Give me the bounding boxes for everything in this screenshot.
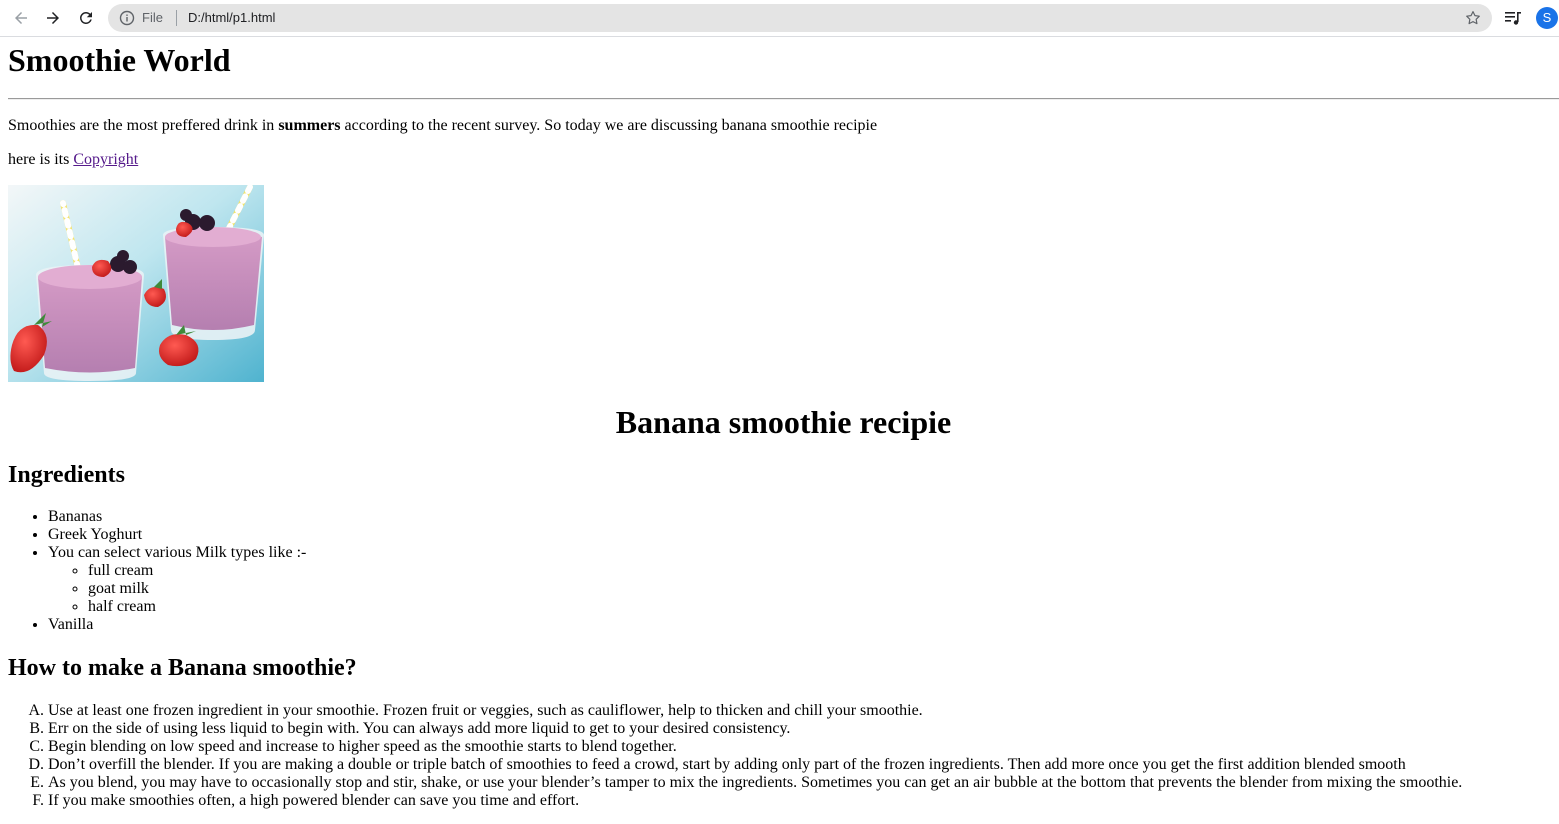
browser-toolbar: File D:/html/p1.html S: [0, 0, 1559, 37]
url-separator: [176, 10, 177, 26]
list-item: half cream: [88, 598, 306, 616]
list-item: Vanilla: [48, 616, 306, 634]
list-item: Use at least one frozen ingredient in yo…: [48, 702, 1462, 720]
profile-avatar[interactable]: S: [1536, 7, 1558, 29]
back-arrow-icon: [15, 12, 27, 24]
list-item: Begin blending on low speed and increase…: [48, 738, 1462, 756]
list-item: goat milk: [88, 580, 306, 598]
back-button[interactable]: [9, 6, 33, 30]
copyright-link[interactable]: Copyright: [73, 151, 138, 168]
address-bar[interactable]: File D:/html/p1.html: [108, 4, 1492, 32]
intro-paragraph: Smoothies are the most preffered drink i…: [8, 116, 877, 136]
list-item: You can select various Milk types like :…: [48, 544, 306, 616]
recipe-heading: Banana smoothie recipie: [615, 404, 952, 440]
list-item: If you make smoothies often, a high powe…: [48, 792, 1462, 810]
reload-button[interactable]: [74, 6, 98, 30]
list-item: full cream: [88, 562, 306, 580]
steps-list: Use at least one frozen ingredient in yo…: [8, 702, 1462, 810]
ingredients-list: Bananas Greek Yoghurt You can select var…: [8, 508, 306, 634]
media-control-icon[interactable]: [1503, 8, 1523, 28]
bookmark-star-icon[interactable]: [1464, 9, 1482, 27]
forward-arrow-icon: [47, 12, 59, 24]
forward-button[interactable]: [41, 6, 65, 30]
ingredients-heading: Ingredients: [8, 462, 125, 488]
reload-icon: [79, 11, 92, 24]
list-item: Greek Yoghurt: [48, 526, 306, 544]
url-scheme-label: File: [142, 10, 163, 25]
intro-text-end: according to the recent survey. So today…: [340, 117, 878, 134]
list-item: As you blend, you may have to occasional…: [48, 774, 1462, 792]
page-title: Smoothie World: [8, 42, 231, 78]
copyright-prefix: here is its: [8, 151, 74, 168]
list-item: Bananas: [48, 508, 306, 526]
milk-types-list: full cream goat milk half cream: [48, 562, 306, 616]
list-item: Don’t overfill the blender. If you are m…: [48, 756, 1462, 774]
horizontal-rule: [8, 98, 1559, 100]
milk-types-label: You can select various Milk types like :…: [48, 544, 307, 561]
info-icon[interactable]: [119, 10, 135, 26]
smoothie-image: [8, 185, 264, 382]
list-item: Err on the side of using less liquid to …: [48, 720, 1462, 738]
url-text[interactable]: D:/html/p1.html: [188, 10, 275, 26]
intro-text-start: Smoothies are the most preffered drink i…: [8, 117, 279, 134]
copyright-paragraph: here is its Copyright: [8, 150, 138, 170]
intro-bold-text: summers: [278, 117, 341, 134]
how-to-heading: How to make a Banana smoothie?: [8, 655, 357, 681]
